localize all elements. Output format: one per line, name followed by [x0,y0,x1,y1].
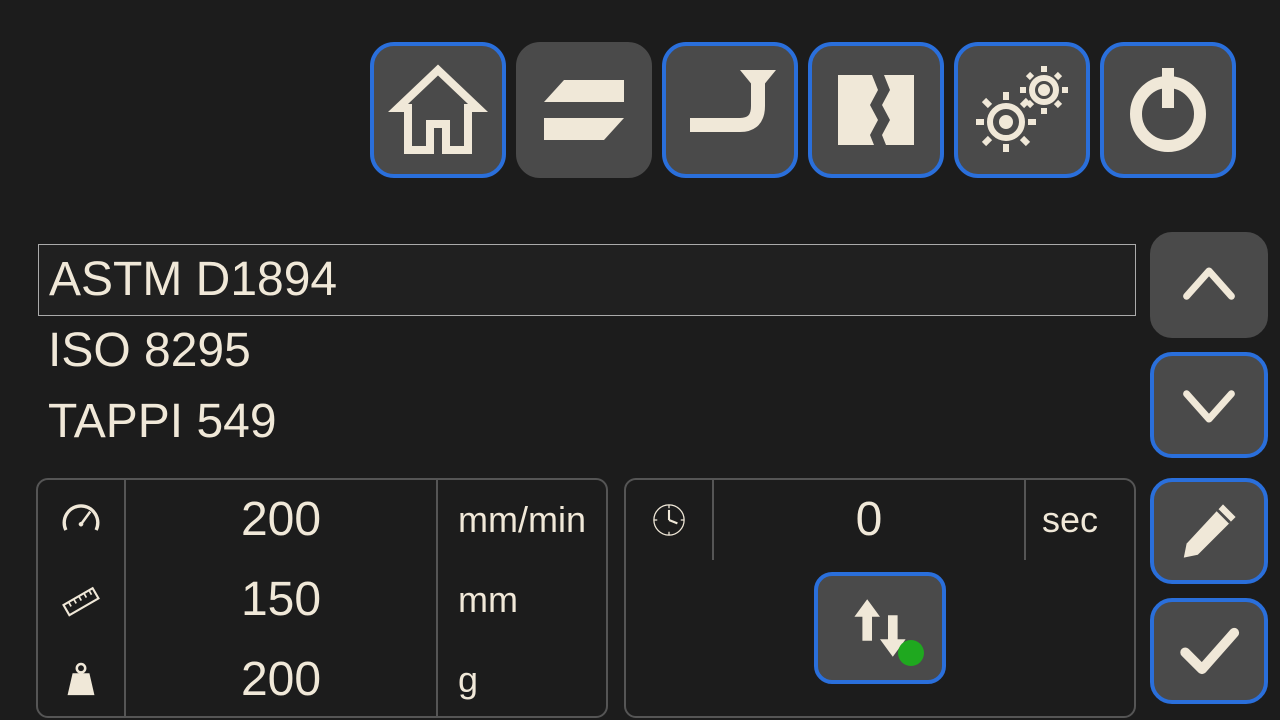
method-item-tappi[interactable]: TAPPI 549 [38,387,1136,457]
method-list: ASTM D1894 ISO 8295 TAPPI 549 [38,244,1136,457]
gears-icon [972,60,1072,160]
parameters-panel: 200 mm/min 150 mm 200 g [36,478,608,718]
home-button[interactable] [370,42,506,178]
settings-button[interactable] [954,42,1090,178]
param-speed-unit: mm/min [438,499,606,541]
time-panel: 0 sec [624,478,1136,718]
param-speed-row: 200 mm/min [38,480,606,560]
param-weight-value: 200 [126,640,438,718]
param-weight-unit: g [438,659,606,701]
tear-button[interactable] [808,42,944,178]
scroll-down-button[interactable] [1150,352,1268,458]
confirm-button[interactable] [1150,598,1268,704]
peel-button[interactable] [662,42,798,178]
pencil-icon [1174,496,1244,566]
scroll-up-button[interactable] [1150,232,1268,338]
ruler-icon [38,560,126,640]
transfer-button[interactable] [516,42,652,178]
peel-icon [680,60,780,160]
param-weight-row: 200 g [38,640,606,718]
method-item-astm[interactable]: ASTM D1894 [38,244,1136,316]
gauge-icon [38,480,126,560]
chevron-down-icon [1174,370,1244,440]
edit-button[interactable] [1150,478,1268,584]
param-length-unit: mm [438,579,606,621]
status-dot [898,640,924,666]
tear-icon [826,60,926,160]
chevron-up-icon [1174,250,1244,320]
time-unit: sec [1026,499,1134,541]
param-length-value: 150 [126,560,438,640]
param-speed-value: 200 [126,480,438,560]
clock-icon [626,480,714,560]
check-icon [1174,616,1244,686]
param-length-row: 150 mm [38,560,606,640]
time-row: 0 sec [626,480,1134,560]
home-icon [388,60,488,160]
method-item-iso[interactable]: ISO 8295 [38,316,1136,386]
time-value: 0 [714,480,1026,560]
power-icon [1118,60,1218,160]
weight-icon [38,640,126,718]
direction-toggle-button[interactable] [814,572,946,684]
transfer-icon [534,60,634,160]
power-button[interactable] [1100,42,1236,178]
nav-bar [370,42,1236,178]
